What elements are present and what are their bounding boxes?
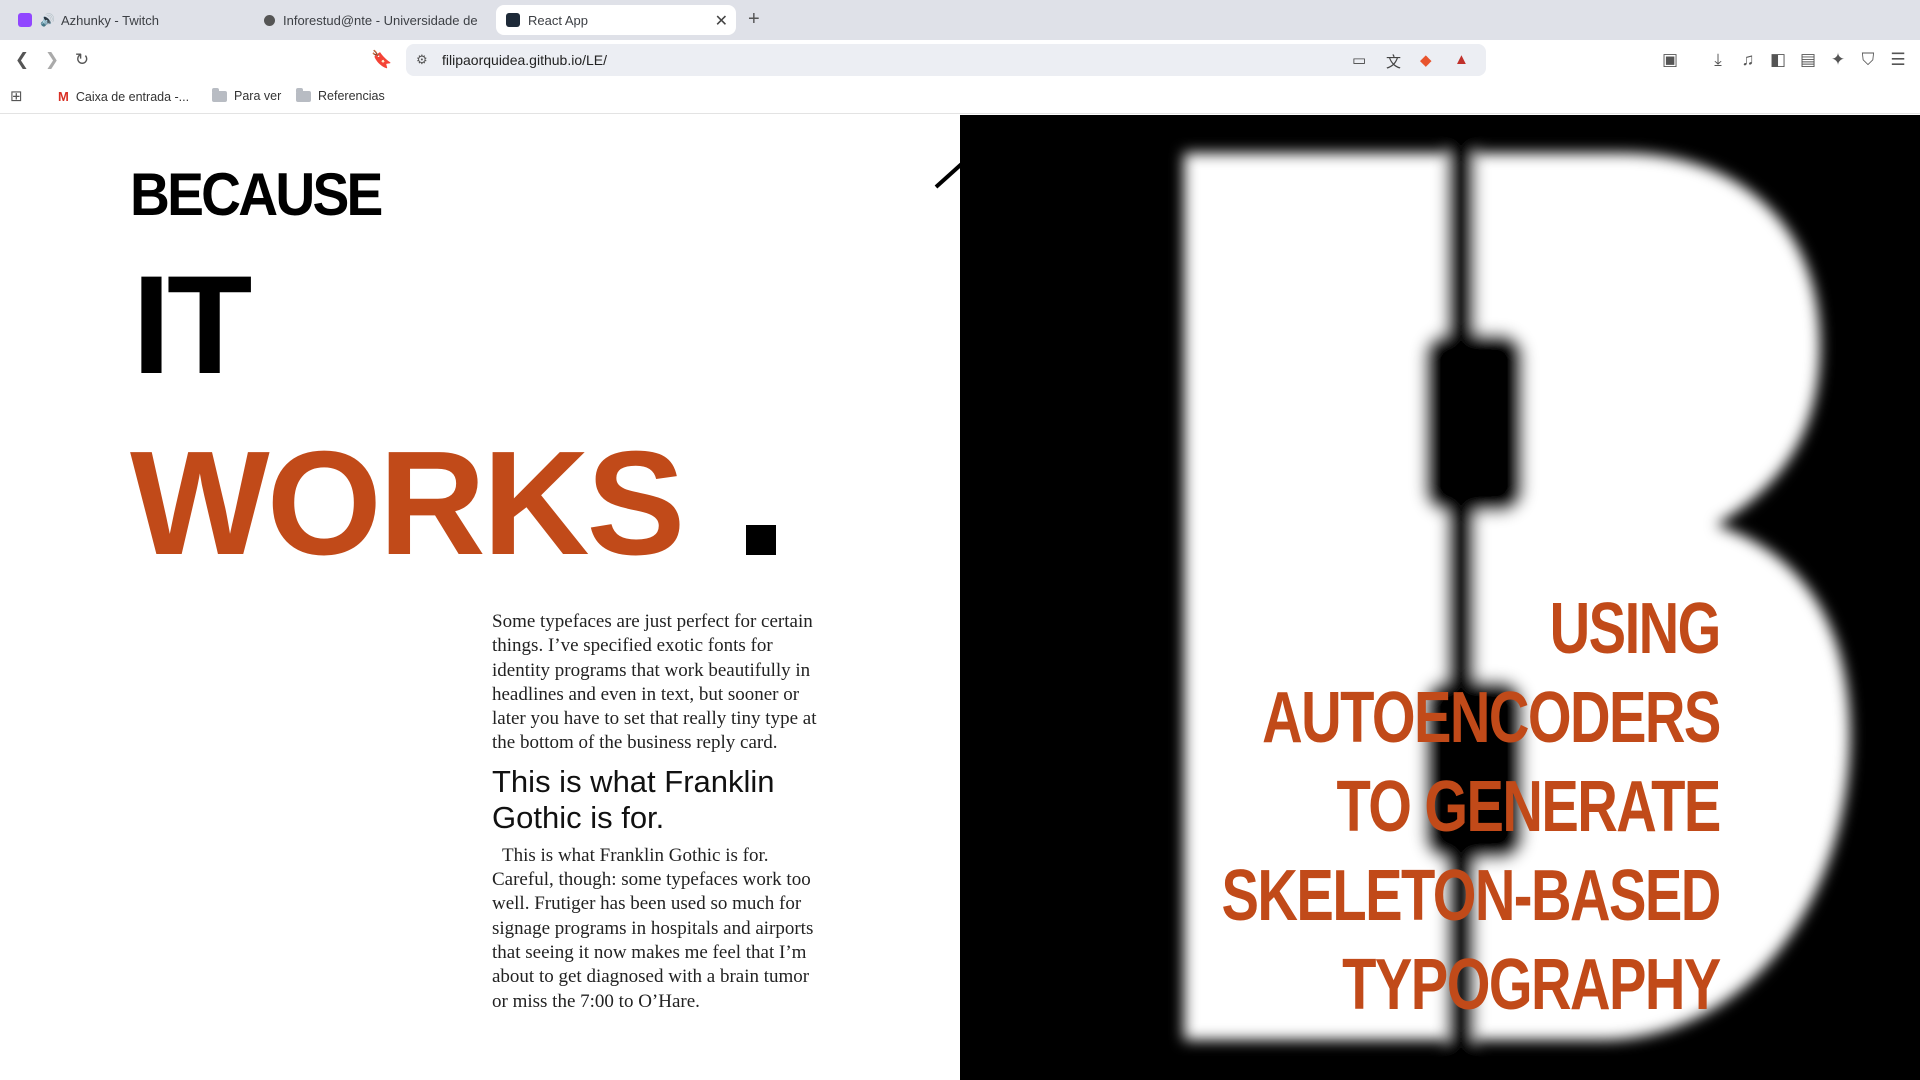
twitch-icon	[18, 13, 32, 27]
close-tab-icon[interactable]: ✕	[715, 11, 728, 31]
back-button[interactable]: ❮	[10, 48, 34, 72]
title-line-1: USING	[1549, 589, 1722, 669]
headline-period-square	[746, 525, 776, 555]
react-icon	[506, 13, 520, 27]
page-content: BECAUSE IT WORKS Some typefaces are just…	[0, 115, 1920, 1080]
bookmark-gmail[interactable]: M Caixa de entrada -...	[58, 89, 189, 104]
menu-icon[interactable]: ☰	[1886, 48, 1910, 72]
tab-twitch[interactable]: 🔊 Azhunky - Twitch	[8, 5, 248, 35]
address-bar[interactable]: ⚙ filipaorquidea.github.io/LE/ ▭ 文 ◆ ▲	[406, 44, 1486, 76]
decorative-slash	[934, 162, 960, 189]
translate-icon[interactable]: 文	[1386, 51, 1401, 72]
site-info-icon[interactable]: ⚙	[416, 52, 428, 68]
left-panel: BECAUSE IT WORKS Some typefaces are just…	[0, 115, 960, 1080]
tab-inforestudante[interactable]: Inforestud@nte - Universidade de	[254, 5, 494, 35]
forward-button[interactable]: ❯	[40, 48, 64, 72]
bookmark-label: Caixa de entrada -...	[75, 89, 190, 104]
text-column: Some typefaces are just perfect for cert…	[492, 610, 822, 1014]
title-line-3: TO GENERATE	[1336, 767, 1722, 847]
right-panel: USING AUTOENCODERS TO GENERATE SKELETON-…	[960, 115, 1920, 1080]
apps-grid-icon[interactable]: ⊞	[10, 87, 23, 105]
new-tab-button[interactable]: +	[748, 8, 760, 31]
brave-shield-icon[interactable]: ◆	[1420, 51, 1432, 69]
bookmark-label: Para ver	[234, 89, 282, 103]
media-icon[interactable]: ♫	[1736, 48, 1760, 72]
headline-because: BECAUSE	[130, 161, 383, 228]
url-text[interactable]: filipaorquidea.github.io/LE/	[442, 52, 607, 68]
tab-label: Azhunky - Twitch	[60, 12, 159, 28]
bookmark-label: Referencias	[318, 89, 385, 103]
bookmark-referencias[interactable]: Referencias	[296, 87, 385, 103]
bookmark-para-ver[interactable]: Para ver	[212, 87, 282, 103]
reload-button[interactable]: ↻	[70, 48, 94, 72]
gmail-icon: M	[58, 89, 69, 104]
tab-label: React App	[528, 12, 588, 28]
screenshot-icon[interactable]: ▣	[1658, 48, 1682, 72]
title-line-4: SKELETON-BASED	[1221, 856, 1722, 936]
headline-it: IT	[132, 246, 252, 403]
tab-react-app[interactable]: React App ✕	[496, 5, 736, 35]
title-line-2: AUTOENCODERS	[1262, 678, 1721, 758]
globe-icon	[264, 14, 275, 26]
folder-icon	[212, 87, 227, 102]
title-line-5: TYPOGRAPHY	[1342, 945, 1721, 1025]
subheading-franklin: This is what Franklin Gothic is for.	[492, 763, 775, 835]
folder-icon	[296, 87, 311, 102]
bookmarks-bar: ⊞ M Caixa de entrada -... Para ver Refer…	[0, 80, 1920, 114]
leo-ai-icon[interactable]: ✦	[1826, 48, 1850, 72]
project-title: USING AUTOENCODERS TO GENERATE SKELETON-…	[1081, 585, 1722, 1030]
paragraph-intro: Some typefaces are just perfect for cert…	[492, 611, 817, 754]
tab-label: Inforestud@nte - Universidade de	[283, 12, 478, 28]
wallet-icon[interactable]: ▤	[1796, 48, 1820, 72]
tab-bar: 🔊 Azhunky - Twitch Inforestud@nte - Univ…	[0, 0, 1920, 40]
sidebar-icon[interactable]: ◧	[1766, 48, 1790, 72]
speaker-icon[interactable]: 🔊	[40, 13, 55, 27]
vpn-icon[interactable]: ⛉	[1856, 48, 1880, 72]
paragraph-frutiger: This is what Franklin Gothic is for. Car…	[492, 844, 814, 1012]
download-icon[interactable]: ⤓	[1706, 48, 1730, 72]
bookmark-icon[interactable]: 🔖	[370, 48, 394, 72]
headline-works: WORKS	[130, 421, 685, 586]
brave-rewards-icon[interactable]: ▲	[1454, 51, 1469, 68]
cast-icon[interactable]: ▭	[1352, 51, 1366, 69]
